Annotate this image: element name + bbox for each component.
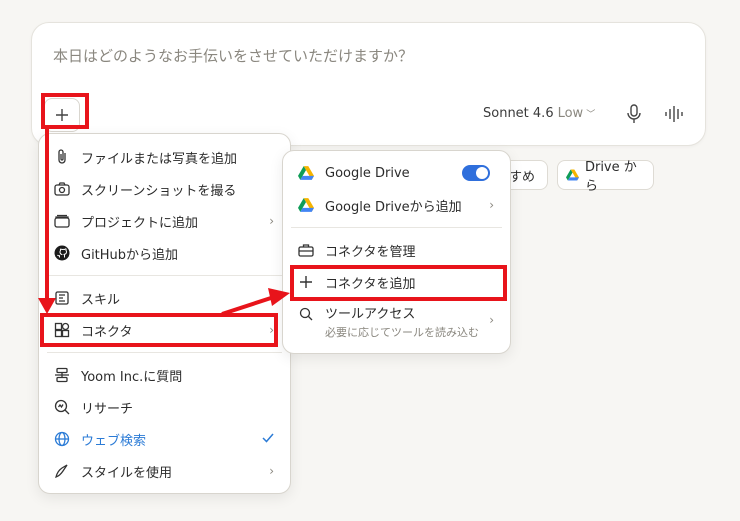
annotation-arrows [38,129,290,316]
